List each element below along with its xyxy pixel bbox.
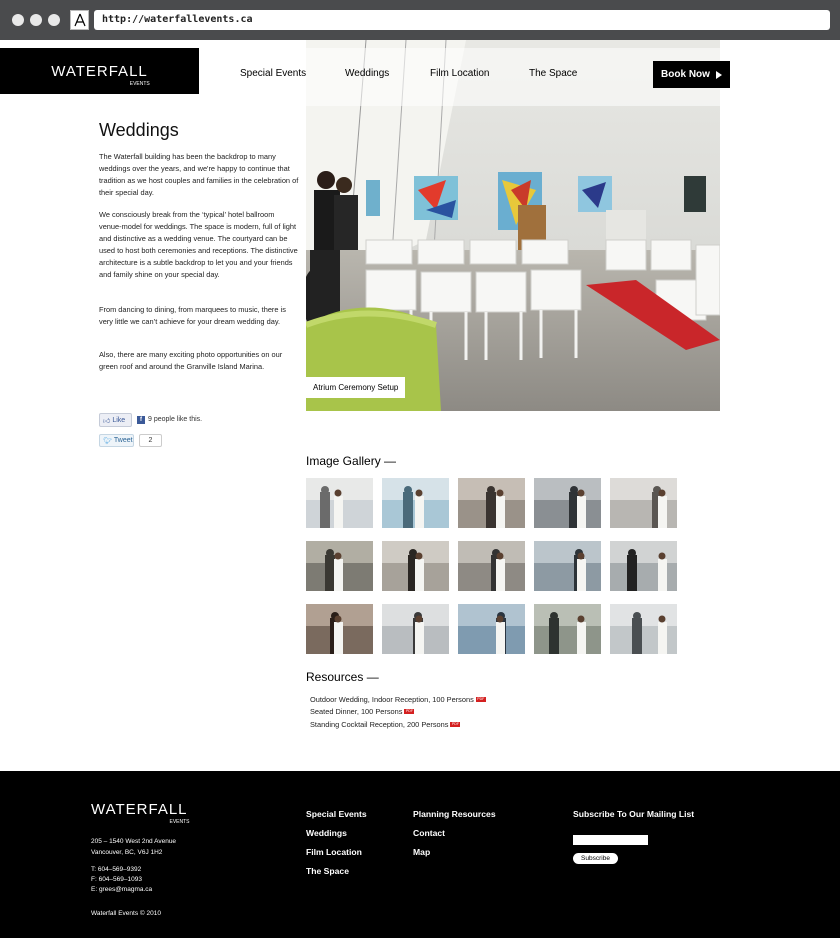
footer-logo[interactable]: WATERFALL EVENTS — [91, 801, 190, 825]
footer-link-film-location[interactable]: Film Location — [306, 847, 362, 857]
site-logo[interactable]: WATERFALL EVENTS — [0, 48, 199, 94]
pdf-icon: PDF — [450, 722, 461, 727]
nav-weddings[interactable]: Weddings — [345, 68, 389, 79]
venue-paragraph: We consciously break from the ‘typical’ … — [99, 210, 298, 279]
resources-title: Resources — — [306, 670, 379, 684]
nav-special-events[interactable]: Special Events — [240, 68, 306, 79]
like-label: Like — [112, 416, 126, 424]
footer-address-line-1: 205 – 1540 West 2nd Avenue — [91, 838, 177, 845]
logo-subtext: EVENTS — [129, 80, 150, 87]
resource-label: Standing Cocktail Reception, 200 Persons — [310, 720, 449, 729]
close-window-button[interactable] — [12, 14, 24, 26]
gallery-thumbnail[interactable] — [534, 541, 601, 591]
play-arrow-icon — [715, 70, 722, 79]
footer-link-the-space[interactable]: The Space — [306, 866, 349, 876]
resource-link-outdoor-wedding[interactable]: Outdoor Wedding, Indoor Reception, 100 P… — [310, 695, 486, 704]
hero-caption: Atrium Ceremony Setup — [306, 377, 406, 398]
minimize-window-button[interactable] — [30, 14, 42, 26]
resource-link-cocktail-reception[interactable]: Standing Cocktail Reception, 200 Persons… — [310, 720, 461, 729]
pdf-icon: PDF — [475, 697, 486, 702]
gallery-thumbnail[interactable] — [458, 604, 525, 654]
gallery-thumbnail[interactable] — [306, 478, 373, 528]
thumbs-up-icon: 👍︎ — [103, 417, 111, 425]
resource-label: Seated Dinner, 100 Persons — [310, 707, 403, 716]
footer-link-map[interactable]: Map — [413, 847, 430, 857]
footer-link-special-events[interactable]: Special Events — [306, 809, 367, 819]
dining-paragraph: From dancing to dining, from marquees to… — [99, 305, 286, 326]
site-favicon-icon — [70, 10, 89, 30]
resource-link-seated-dinner[interactable]: Seated Dinner, 100 Persons PDF — [310, 707, 415, 716]
window-controls — [12, 14, 60, 26]
footer-phone: T: 604–569–9392 — [91, 866, 142, 873]
gallery-thumbnail[interactable] — [382, 478, 449, 528]
footer-link-contact[interactable]: Contact — [413, 828, 445, 838]
gallery-thumbnail[interactable] — [306, 541, 373, 591]
intro-paragraph: The Waterfall building has been the back… — [99, 152, 299, 197]
tweet-label: Tweet — [113, 437, 133, 444]
footer-link-weddings[interactable]: Weddings — [306, 828, 347, 838]
gallery-thumbnail[interactable] — [382, 541, 449, 591]
footer-copyright: Waterfall Events © 2010 — [91, 910, 161, 917]
facebook-icon: f — [137, 416, 145, 424]
gallery-title: Image Gallery — — [306, 454, 397, 468]
tweet-count: 2 — [139, 434, 162, 447]
gallery-thumbnail[interactable] — [534, 478, 601, 528]
gallery-thumbnail[interactable] — [306, 604, 373, 654]
page-title: Weddings — [99, 120, 179, 140]
subscribe-button[interactable]: Subscribe — [573, 853, 618, 864]
gallery-thumbnail[interactable] — [382, 604, 449, 654]
footer-link-planning-resources[interactable]: Planning Resources — [413, 809, 496, 819]
footer-email[interactable]: E: grees@magma.ca — [91, 885, 152, 895]
footer-logo-text: WATERFALL — [91, 801, 188, 818]
maximize-window-button[interactable] — [48, 14, 60, 26]
gallery-thumbnail[interactable] — [458, 478, 525, 528]
nav-film-location[interactable]: Film Location — [430, 68, 489, 79]
site-footer: WATERFALL EVENTS 205 – 1540 West 2nd Ave… — [0, 771, 840, 938]
subscribe-title: Subscribe To Our Mailing List — [573, 809, 695, 819]
footer-logo-subtext: EVENTS — [169, 819, 190, 825]
facebook-like-button[interactable]: 👍︎ Like — [99, 413, 132, 427]
gallery-thumbnail[interactable] — [610, 541, 677, 591]
browser-chrome: http://waterfallevents.ca — [0, 0, 840, 40]
address-bar[interactable]: http://waterfallevents.ca — [94, 10, 830, 30]
book-now-label: Book Now — [661, 69, 710, 80]
pdf-icon: PDF — [404, 709, 415, 714]
twitter-bird-icon: 🐦︎ — [103, 437, 112, 445]
gallery-thumbnail[interactable] — [534, 604, 601, 654]
gallery-thumbnail[interactable] — [610, 478, 677, 528]
tweet-button[interactable]: 🐦︎ Tweet — [99, 434, 134, 447]
footer-fax: F: 604–569–1093 — [91, 876, 142, 883]
photo-paragraph: Also, there are many exciting photo oppo… — [99, 350, 283, 371]
logo-text: WATERFALL — [51, 62, 148, 80]
footer-address-line-2: Vancouver, BC, V6J 1H2 — [91, 849, 163, 856]
like-count-text: 9 people like this. — [148, 416, 203, 423]
gallery-thumbnail[interactable] — [458, 541, 525, 591]
gallery-thumbnail[interactable] — [610, 604, 677, 654]
nav-the-space[interactable]: The Space — [529, 68, 577, 79]
like-count: f 9 people like this. — [137, 413, 202, 427]
book-now-button[interactable]: Book Now — [653, 61, 730, 88]
subscribe-email-input[interactable] — [573, 835, 648, 845]
resource-label: Outdoor Wedding, Indoor Reception, 100 P… — [310, 695, 474, 704]
